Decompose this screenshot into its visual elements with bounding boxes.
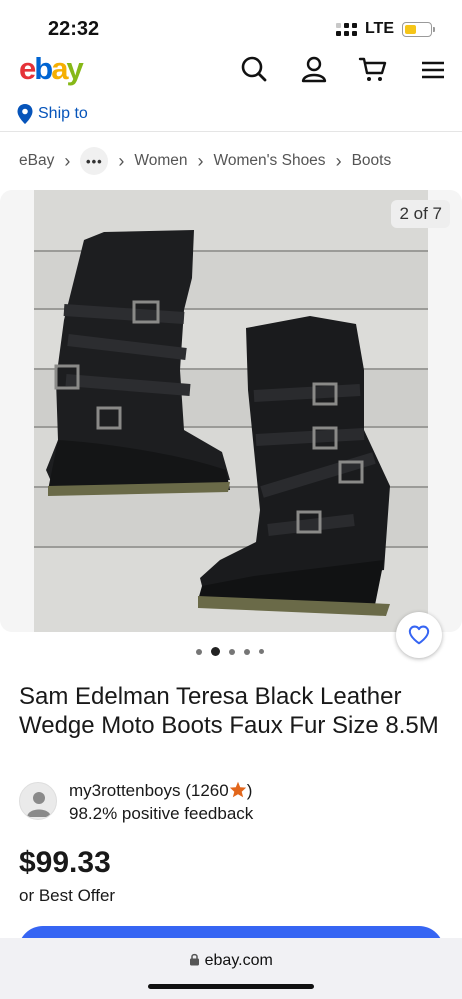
avatar[interactable] (19, 782, 57, 820)
breadcrumb-women[interactable]: Women (134, 152, 187, 170)
more-dots-icon[interactable]: ••• (80, 147, 109, 175)
ebay-logo[interactable]: ebay (19, 51, 84, 86)
feedback-count: (1260 (185, 781, 229, 800)
ship-to-label: Ship to (38, 105, 88, 122)
product-photo[interactable] (34, 190, 428, 632)
breadcrumb-boots[interactable]: Boots (352, 152, 392, 170)
status-indicators: LTE (335, 20, 435, 38)
pager-dot[interactable] (244, 648, 250, 655)
pager-dot[interactable] (259, 649, 264, 654)
menu-icon[interactable] (418, 54, 448, 84)
pager-dot[interactable] (229, 648, 235, 655)
heart-icon (408, 625, 430, 645)
seller-info[interactable]: my3rottenboys (1260) 98.2% positive feed… (19, 780, 253, 826)
logo-letter-a: a (51, 51, 68, 86)
browser-url-bar[interactable]: ebay.com (0, 938, 462, 999)
url-display[interactable]: ebay.com (0, 952, 462, 970)
breadcrumb-ebay[interactable]: eBay (19, 152, 54, 170)
chevron-right-icon: › (64, 151, 71, 171)
divider (0, 131, 462, 132)
feedback-count-close: ) (246, 781, 253, 800)
logo-letter-y: y (66, 51, 83, 86)
pager-dot-active[interactable] (211, 647, 220, 656)
seller-line[interactable]: my3rottenboys (1260) (69, 780, 253, 802)
listing-title: Sam Edelman Teresa Black Leather Wedge M… (19, 683, 439, 739)
breadcrumb-womens-shoes[interactable]: Women's Shoes (213, 152, 325, 170)
cart-icon[interactable] (358, 54, 388, 84)
item-price: $99.33 (19, 846, 111, 879)
image-pager[interactable] (196, 647, 264, 656)
pager-dot[interactable] (196, 648, 202, 655)
image-counter: 2 of 7 (391, 200, 450, 228)
status-time: 22:32 (48, 18, 100, 40)
chevron-right-icon: › (197, 151, 204, 171)
lock-icon (190, 953, 200, 966)
image-gallery[interactable]: 2 of 7 (0, 190, 462, 632)
signal-icon (335, 22, 357, 36)
account-icon[interactable] (299, 54, 329, 84)
home-indicator[interactable] (148, 984, 314, 989)
logo-letter-b: b (34, 51, 53, 86)
watchlist-button[interactable] (396, 612, 442, 658)
status-bar: 22:32 LTE (0, 0, 462, 56)
best-offer-label: or Best Offer (19, 886, 116, 905)
search-icon[interactable] (239, 54, 269, 84)
top-header: ebay (0, 50, 462, 90)
network-label: LTE (364, 20, 394, 37)
feedback-percent: 98.2% positive feedback (69, 804, 254, 823)
chevron-right-icon: › (335, 151, 342, 171)
breadcrumb: eBay › ••• › Women › Women's Shoes › Boo… (19, 145, 391, 177)
location-pin-icon (17, 104, 33, 124)
chevron-right-icon: › (118, 151, 125, 171)
seller-name[interactable]: my3rottenboys (69, 781, 181, 800)
star-icon (229, 781, 246, 798)
battery-icon (402, 21, 435, 37)
url-text: ebay.com (204, 952, 273, 969)
logo-letter-e: e (19, 51, 36, 86)
ship-to-link[interactable]: Ship to (16, 103, 88, 125)
